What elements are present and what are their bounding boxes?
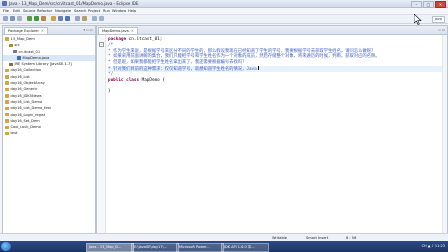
project-icon	[5, 112, 9, 117]
menu-project[interactable]: Project	[88, 9, 100, 13]
project-icon	[5, 75, 9, 79]
fold-toggle-icon[interactable]: −	[99, 42, 104, 47]
close-icon[interactable]: ✕	[41, 29, 44, 33]
print-icon[interactable]	[17, 16, 22, 21]
view-menu-icon[interactable]: ▾ ▫ ▭	[83, 28, 93, 32]
project-tree: 13_Map_Dem src cn.itcast_01 MapDemo.java JRE…	[3, 35, 95, 138]
menu-edit[interactable]: Edit	[13, 9, 20, 13]
tree-item[interactable]: test	[3, 130, 95, 136]
project-icon	[5, 106, 9, 111]
tab-package-explorer[interactable]: Package Explorer ✕	[4, 27, 49, 34]
package-explorer-tabstrip: Package Explorer ✕ ▾ ▫ ▭	[3, 26, 95, 35]
menu-bar: File Edit Source Refactor Navigate Searc…	[0, 8, 448, 15]
new-class-icon[interactable]	[65, 16, 70, 21]
title-bar: Java - 13_Map_Dem/src/cn/itcast_01/MapDe…	[0, 0, 448, 8]
status-cursor-position: 6 : 56	[346, 235, 357, 240]
project-icon	[5, 87, 9, 92]
save-icon[interactable]	[10, 16, 15, 21]
tab-package-explorer-label: Package Explorer	[8, 29, 40, 33]
code-comment: * 作为学生来说，是根据学号来区分不同的学生的，那么假设我现在已经知道了学生的学…	[108, 48, 376, 54]
search-icon[interactable]	[82, 16, 87, 21]
code-keyword: public class	[108, 77, 140, 83]
close-button[interactable]: ✕	[435, 1, 446, 8]
taskbar-item-explorer[interactable]: E:\JavaSE\day17\...	[131, 243, 179, 252]
code-area[interactable]: package cn.itcast_01; /* * 作为学生来说，是根据学号来区…	[108, 37, 443, 95]
taskbar-item-powerpoint[interactable]: Microsoft Power...	[176, 243, 224, 252]
new-package-icon[interactable]	[58, 16, 63, 21]
start-button[interactable]	[1, 242, 11, 251]
window-title: Java - 13_Map_Dem/src/cn/itcast_01/MapDe…	[9, 1, 139, 6]
project-icon	[5, 94, 9, 98]
taskbar-item-eclipse[interactable]: Java - 13_Map_D...	[86, 243, 134, 252]
mouse-cursor-icon	[414, 14, 422, 25]
system-tray: CH ▲ ♪ 11:23	[421, 244, 445, 248]
package-explorer-panel: Package Explorer ✕ ▾ ▫ ▭ 13_Map_Dem src cn.…	[2, 25, 96, 234]
new-icon[interactable]	[3, 16, 8, 21]
menu-help[interactable]: Help	[128, 9, 136, 13]
library-icon	[9, 62, 13, 67]
code-comment: * 但是呢，如果我都能把学生姓名拿出来了，我还需要根据编号去找吗？	[108, 60, 247, 66]
package-icon	[13, 49, 17, 54]
menu-file[interactable]: File	[3, 9, 9, 13]
source-folder-icon	[9, 43, 13, 48]
close-icon[interactable]: ✕	[131, 29, 134, 33]
code-keyword: package	[108, 37, 127, 42]
project-icon	[5, 131, 9, 136]
minimize-button[interactable]: –	[411, 1, 422, 8]
menu-source[interactable]: Source	[23, 9, 35, 13]
project-icon	[5, 81, 9, 85]
window-controls: – □ ✕	[411, 1, 446, 8]
tree-item-label: test	[10, 131, 18, 136]
project-icon	[5, 37, 9, 41]
forward-icon[interactable]	[99, 16, 104, 21]
text-caret	[257, 65, 259, 71]
maximize-button[interactable]: □	[423, 1, 434, 8]
run-icon[interactable]	[34, 16, 39, 21]
project-icon	[5, 119, 9, 123]
code-comment: * 如果采用前面讲解的集合，我们只能把学号和学生姓名作为一个对象的成员，然后存储…	[108, 54, 380, 60]
code-text: MapDemo {	[139, 77, 165, 83]
editor-panel: MapDemo.java ✕ ▫ ▭ − package cn.itcast_01…	[96, 25, 448, 234]
code-text: }	[108, 89, 111, 95]
project-icon	[5, 125, 9, 130]
menu-window[interactable]: Window	[112, 9, 126, 13]
project-icon	[5, 100, 9, 104]
editor-maximize-icon[interactable]: ▫ ▭	[438, 28, 445, 32]
status-writable: Writable	[272, 235, 287, 240]
editor-tabstrip: MapDemo.java ✕ ▫ ▭	[97, 26, 447, 35]
external-tools-icon[interactable]	[41, 16, 46, 21]
status-bar: Writable Smart Insert 6 : 56	[0, 233, 448, 241]
code-comment: */	[108, 71, 114, 77]
menu-search[interactable]: Search	[74, 9, 86, 13]
new-project-icon[interactable]	[51, 16, 56, 21]
code-text: cn.itcast_01;	[126, 37, 163, 42]
eclipse-icon	[2, 1, 7, 6]
editor-scrollbar[interactable]	[442, 35, 447, 233]
code-line: }	[108, 89, 443, 95]
java-file-icon	[17, 56, 21, 60]
editor-gutter: −	[97, 35, 106, 233]
perspective-switcher[interactable]: Java	[431, 16, 445, 23]
code-comment: * 针对我们目前的这种需求：仅仅知道学号，就想知道学生姓名的情况，Java	[108, 66, 257, 72]
project-icon	[5, 68, 9, 73]
debug-icon[interactable]	[27, 16, 32, 21]
open-type-icon[interactable]	[75, 16, 80, 21]
menu-refactor[interactable]: Refactor	[37, 9, 52, 13]
back-icon[interactable]	[92, 16, 97, 21]
code-comment: /*	[108, 42, 114, 48]
taskbar-item-jdk-api[interactable]: JDK API 1.6.0 中...	[221, 243, 269, 252]
windows-taskbar: Java - 13_Map_D... E:\JavaSE\day17\... M…	[0, 241, 448, 252]
editor-tab-label: MapDemo.java	[102, 29, 129, 33]
menu-run[interactable]: Run	[103, 9, 110, 13]
tab-mapdemo-java[interactable]: MapDemo.java ✕	[98, 27, 138, 34]
menu-navigate[interactable]: Navigate	[55, 9, 71, 13]
toolbar	[0, 15, 448, 24]
status-insert-mode: Smart Insert	[306, 235, 329, 240]
